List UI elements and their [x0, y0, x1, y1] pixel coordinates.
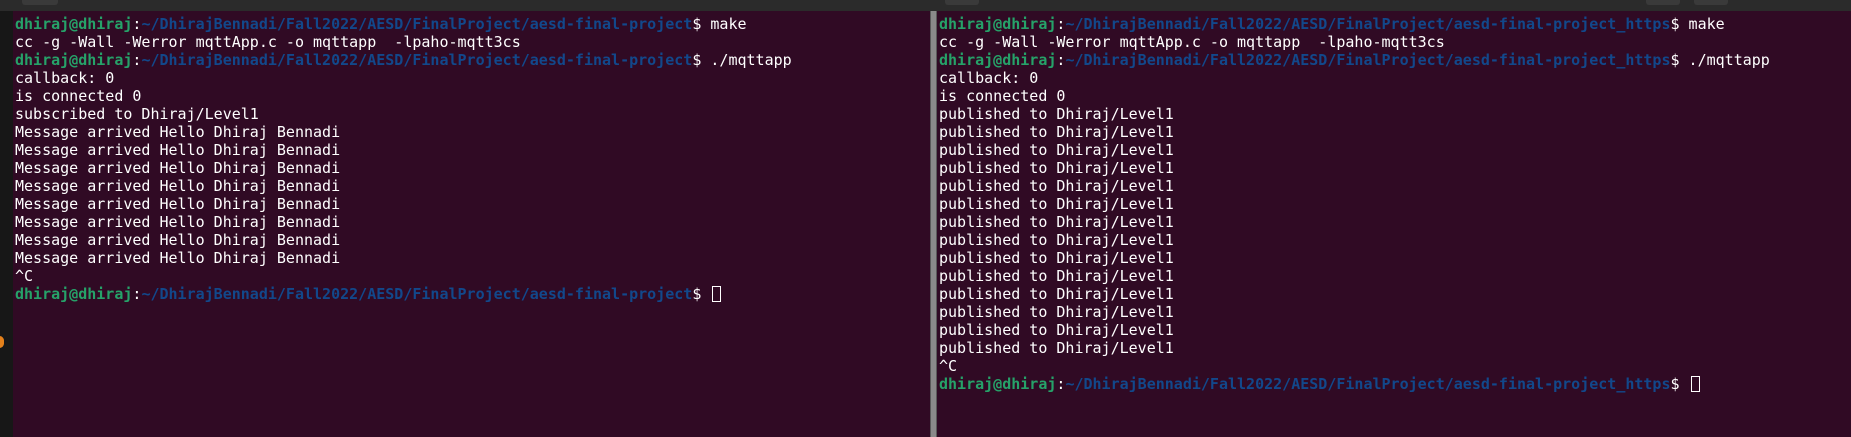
message-line: Message arrived Hello Dhiraj Bennadi — [15, 141, 341, 159]
pane-divider[interactable] — [930, 11, 937, 437]
publish-line: published to Dhiraj/Level1 — [939, 213, 1174, 231]
prompt-user: dhiraj@dhiraj — [15, 285, 133, 303]
prompt-symbol: $ — [692, 15, 702, 33]
right-button-stub-1[interactable] — [1646, 0, 1680, 5]
window-title-strip — [0, 0, 1851, 11]
prompt-path: ~/DhirajBennadi/Fall2022/AESD/FinalProje… — [141, 285, 693, 303]
prompt-user: dhiraj@dhiraj — [939, 15, 1057, 33]
right-tab-stub[interactable] — [945, 0, 979, 5]
prompt-symbol: $ — [692, 51, 702, 69]
output-line: callback: 0 — [939, 69, 1039, 87]
publish-line: published to Dhiraj/Level1 — [939, 339, 1174, 357]
output-line: subscribed to Dhiraj/Level1 — [15, 105, 259, 123]
prompt-path: ~/DhirajBennadi/Fall2022/AESD/FinalProje… — [1065, 375, 1671, 393]
prompt-path: ~/DhirajBennadi/Fall2022/AESD/FinalProje… — [1065, 51, 1671, 69]
command-text: make — [1679, 15, 1725, 33]
prompt-line: dhiraj@dhiraj:~/DhirajBennadi/Fall2022/A… — [939, 51, 1851, 69]
interrupt-line: ^C — [939, 357, 958, 375]
cursor-block[interactable] — [1690, 376, 1700, 392]
output-line: cc -g -Wall -Werror mqttApp.c -o mqttapp… — [15, 33, 521, 51]
prompt-user: dhiraj@dhiraj — [15, 15, 133, 33]
publish-line: published to Dhiraj/Level1 — [939, 195, 1174, 213]
left-tab-stub[interactable] — [22, 0, 58, 5]
prompt-path: ~/DhirajBennadi/Fall2022/AESD/FinalProje… — [141, 15, 693, 33]
prompt-symbol: $ — [1670, 375, 1680, 393]
message-line: Message arrived Hello Dhiraj Bennadi — [15, 231, 341, 249]
prompt-symbol: $ — [1670, 15, 1680, 33]
prompt-path: ~/DhirajBennadi/Fall2022/AESD/FinalProje… — [141, 51, 693, 69]
prompt-user: dhiraj@dhiraj — [15, 51, 133, 69]
prompt-line: dhiraj@dhiraj:~/DhirajBennadi/Fall2022/A… — [15, 15, 930, 33]
message-line: Message arrived Hello Dhiraj Bennadi — [15, 249, 341, 267]
command-text: ./mqttapp — [701, 51, 792, 69]
interrupt-line: ^C — [15, 267, 34, 285]
message-line: Message arrived Hello Dhiraj Bennadi — [15, 213, 341, 231]
message-line: Message arrived Hello Dhiraj Bennadi — [15, 123, 341, 141]
publish-line: published to Dhiraj/Level1 — [939, 141, 1174, 159]
output-line: cc -g -Wall -Werror mqttApp.c -o mqttapp… — [939, 33, 1445, 51]
prompt-path: ~/DhirajBennadi/Fall2022/AESD/FinalProje… — [1065, 15, 1671, 33]
message-line: Message arrived Hello Dhiraj Bennadi — [15, 195, 341, 213]
dock-indicator-icon[interactable] — [0, 336, 4, 348]
pane-divider-handle[interactable] — [931, 11, 936, 437]
publish-line: published to Dhiraj/Level1 — [939, 123, 1174, 141]
publish-line: published to Dhiraj/Level1 — [939, 249, 1174, 267]
active-prompt-line[interactable]: dhiraj@dhiraj:~/DhirajBennadi/Fall2022/A… — [939, 375, 1851, 393]
message-line: Message arrived Hello Dhiraj Bennadi — [15, 159, 341, 177]
publish-line: published to Dhiraj/Level1 — [939, 285, 1174, 303]
prompt-symbol: $ — [1670, 51, 1680, 69]
publish-line: published to Dhiraj/Level1 — [939, 321, 1174, 339]
active-prompt-line[interactable]: dhiraj@dhiraj:~/DhirajBennadi/Fall2022/A… — [15, 285, 930, 303]
prompt-line: dhiraj@dhiraj:~/DhirajBennadi/Fall2022/A… — [939, 15, 1851, 33]
prompt-symbol: $ — [692, 285, 702, 303]
output-line: is connected 0 — [15, 87, 142, 105]
terminal-pane-publisher[interactable]: dhiraj@dhiraj:~/DhirajBennadi/Fall2022/A… — [937, 11, 1851, 437]
publish-line: published to Dhiraj/Level1 — [939, 231, 1174, 249]
publish-line: published to Dhiraj/Level1 — [939, 177, 1174, 195]
publish-line: published to Dhiraj/Level1 — [939, 267, 1174, 285]
output-line: callback: 0 — [15, 69, 115, 87]
prompt-user: dhiraj@dhiraj — [939, 375, 1057, 393]
dock-edge — [0, 11, 13, 437]
desktop-screen: dhiraj@dhiraj:~/DhirajBennadi/Fall2022/A… — [0, 0, 1851, 437]
publish-line: published to Dhiraj/Level1 — [939, 159, 1174, 177]
terminal-pane-subscriber[interactable]: dhiraj@dhiraj:~/DhirajBennadi/Fall2022/A… — [13, 11, 930, 437]
prompt-user: dhiraj@dhiraj — [939, 51, 1057, 69]
publish-line: published to Dhiraj/Level1 — [939, 303, 1174, 321]
command-text: ./mqttapp — [1679, 51, 1770, 69]
right-button-stub-2[interactable] — [1694, 0, 1728, 5]
message-line: Message arrived Hello Dhiraj Bennadi — [15, 177, 341, 195]
output-line: is connected 0 — [939, 87, 1066, 105]
command-text: make — [701, 15, 747, 33]
cursor-block[interactable] — [712, 286, 722, 302]
publish-line: published to Dhiraj/Level1 — [939, 105, 1174, 123]
prompt-line: dhiraj@dhiraj:~/DhirajBennadi/Fall2022/A… — [15, 51, 930, 69]
